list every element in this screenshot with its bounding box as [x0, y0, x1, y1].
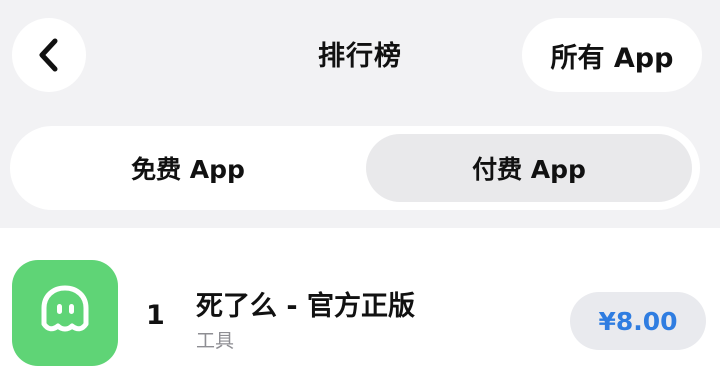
ghost-icon: [41, 285, 89, 332]
top-bar: 排行榜 所有 App 免费 App 付费 App: [0, 0, 720, 228]
tab-paid-apps[interactable]: 付费 App: [366, 134, 692, 202]
tab-free-apps[interactable]: 免费 App: [18, 134, 358, 202]
list-item[interactable]: 1 死了么 - 官方正版 工具 ¥8.00: [0, 248, 720, 380]
app-icon[interactable]: [12, 260, 118, 366]
segmented-control: 免费 App 付费 App: [10, 126, 700, 210]
price-button[interactable]: ¥8.00: [570, 292, 706, 350]
all-apps-button[interactable]: 所有 App: [522, 18, 702, 92]
rank-number: 1: [146, 300, 165, 331]
app-name[interactable]: 死了么 - 官方正版: [196, 284, 415, 323]
app-category: 工具: [196, 330, 235, 352]
